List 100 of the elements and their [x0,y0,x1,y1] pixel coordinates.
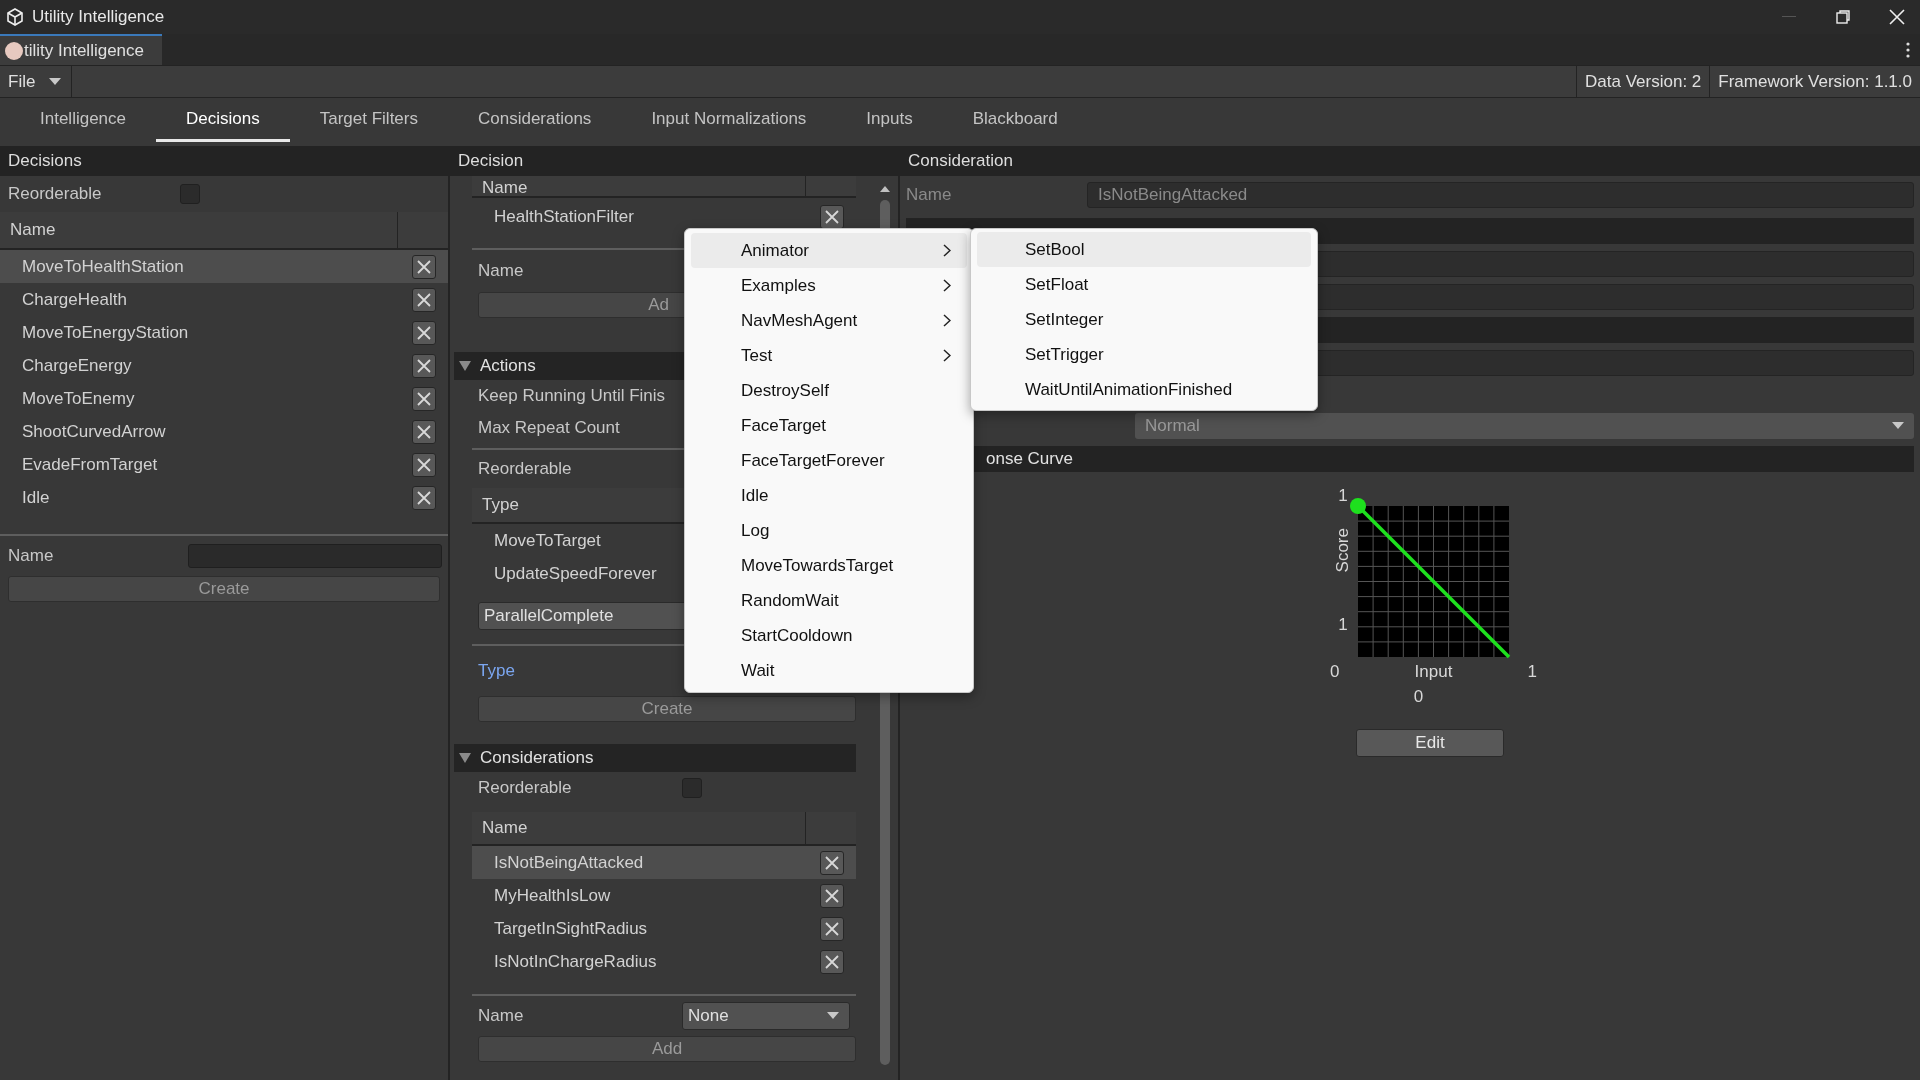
checkbox[interactable] [682,778,702,798]
cross-icon [416,357,432,374]
menu-item[interactable]: MoveTowardsTarget [691,548,967,583]
list-item[interactable]: HealthStationFilter [472,198,856,236]
restore-icon [1836,10,1850,24]
edit-button[interactable]: Edit [1356,729,1504,757]
axis-tick-label: 1 [1337,486,1349,506]
axis-title: Input [1414,662,1453,682]
field-label: Type [478,661,515,681]
caret-icon [827,1012,839,1020]
menu-item[interactable]: Animator [691,233,967,268]
panel-header: Decisions [0,146,448,176]
cross-icon [416,456,432,473]
framework-version-label: Framework Version: 1.1.0 [1709,66,1920,97]
caret-icon [1892,421,1904,430]
close-icon [1889,9,1905,25]
list-item[interactable]: IsNotBeingAttacked [472,846,856,879]
cross-icon [416,324,432,341]
remove-button[interactable] [820,205,844,229]
cross-icon [416,489,432,506]
input-value: 0 [1412,687,1425,708]
list-item[interactable]: IsNotInChargeRadius [472,945,856,978]
remove-button[interactable] [820,916,844,941]
dropdown[interactable]: None [682,1002,850,1030]
chevron-right-icon [943,314,951,327]
list-item[interactable]: ChargeEnergy [0,349,448,382]
remove-button[interactable] [412,485,436,510]
menu-item[interactable]: SetTrigger [977,337,1311,372]
field-label: Reorderable [478,459,572,479]
cross-icon [824,953,840,970]
axis-title: Score [1333,527,1353,573]
tab[interactable]: Considerations [447,98,622,142]
field-label: Name [478,261,524,281]
expanded-triangle-icon [458,752,472,764]
circle-icon [4,40,24,61]
axis-tick-label: 1 [1527,662,1537,682]
more-options-icon[interactable] [1906,41,1910,58]
expanded-triangle-icon [458,360,472,372]
remove-button[interactable] [820,949,844,974]
menu-item[interactable]: FaceTarget [691,408,967,443]
panel-header: Decision [450,146,898,176]
cube-logo-icon [6,8,24,26]
window-title: Utility Intelligence [32,7,165,27]
field-label: Name [478,1006,525,1026]
field-label: Reorderable [8,184,102,204]
list-item[interactable]: EvadeFromTarget [0,448,448,481]
axis-tick-label: 1 [1338,615,1348,636]
data-version-label: Data Version: 2 [1576,66,1710,97]
column-header: Name [0,212,448,250]
remove-button[interactable] [412,287,436,312]
field-label: Reorderable [478,778,573,798]
field-label: Name [8,546,55,566]
tab[interactable]: Target Filters [289,98,448,142]
tab[interactable]: Blackboard [942,98,1088,142]
list-item[interactable]: MyHealthIsLow [472,879,856,912]
list-item[interactable]: MoveToEnemy [0,382,448,415]
menu-item[interactable]: SetInteger [977,302,1311,337]
remove-button[interactable] [412,452,436,477]
foldout-header[interactable]: Considerations [454,744,856,772]
remove-button[interactable] [412,254,436,279]
field-label: Name [906,185,953,205]
field-label: Keep Running Until Finis [478,386,666,406]
list-item[interactable]: TargetInSightRadius [472,912,856,945]
cross-icon [416,423,432,440]
cross-icon [824,854,840,871]
remove-button[interactable] [820,850,844,875]
chevron-right-icon [943,244,951,257]
tab[interactable]: Input Normalizations [621,98,837,142]
list-item[interactable]: ChargeHealth [0,283,448,316]
panel-header: Consideration [900,146,1920,176]
remove-button[interactable] [412,353,436,378]
axis-tick-label: 0 [1330,662,1340,682]
chevron-right-icon [943,279,951,292]
tab[interactable]: Decisions [156,98,290,142]
menu-item[interactable]: WaitUntilAnimationFinished [977,372,1311,407]
cross-icon [824,887,840,904]
tab[interactable]: Inputs [836,98,943,142]
menu-item[interactable]: SetFloat [977,267,1311,302]
caret-icon [49,77,62,86]
menu-item[interactable]: Wait [691,653,967,688]
remove-button[interactable] [412,386,436,411]
list-item[interactable]: ShootCurvedArrow [0,415,448,448]
input-field[interactable] [188,544,442,568]
remove-button[interactable] [412,419,436,444]
remove-button[interactable] [820,883,844,908]
list-item[interactable]: Idle [0,481,448,514]
window-tab[interactable]: tility Intelligence [0,34,162,65]
cross-icon [416,258,432,275]
minimize-icon [1782,16,1796,18]
cross-icon [824,209,840,225]
cross-icon [416,390,432,407]
menu-item[interactable]: SetBool [977,232,1311,267]
chevron-right-icon [943,349,951,362]
column-header: Name [472,176,856,198]
list-item[interactable]: MoveToEnergyStation [0,316,448,349]
tab[interactable]: Intelligence [10,98,156,142]
remove-button[interactable] [412,320,436,345]
cross-icon [416,291,432,308]
list-item[interactable]: MoveToHealthStation [0,250,448,283]
checkbox[interactable] [179,184,200,204]
